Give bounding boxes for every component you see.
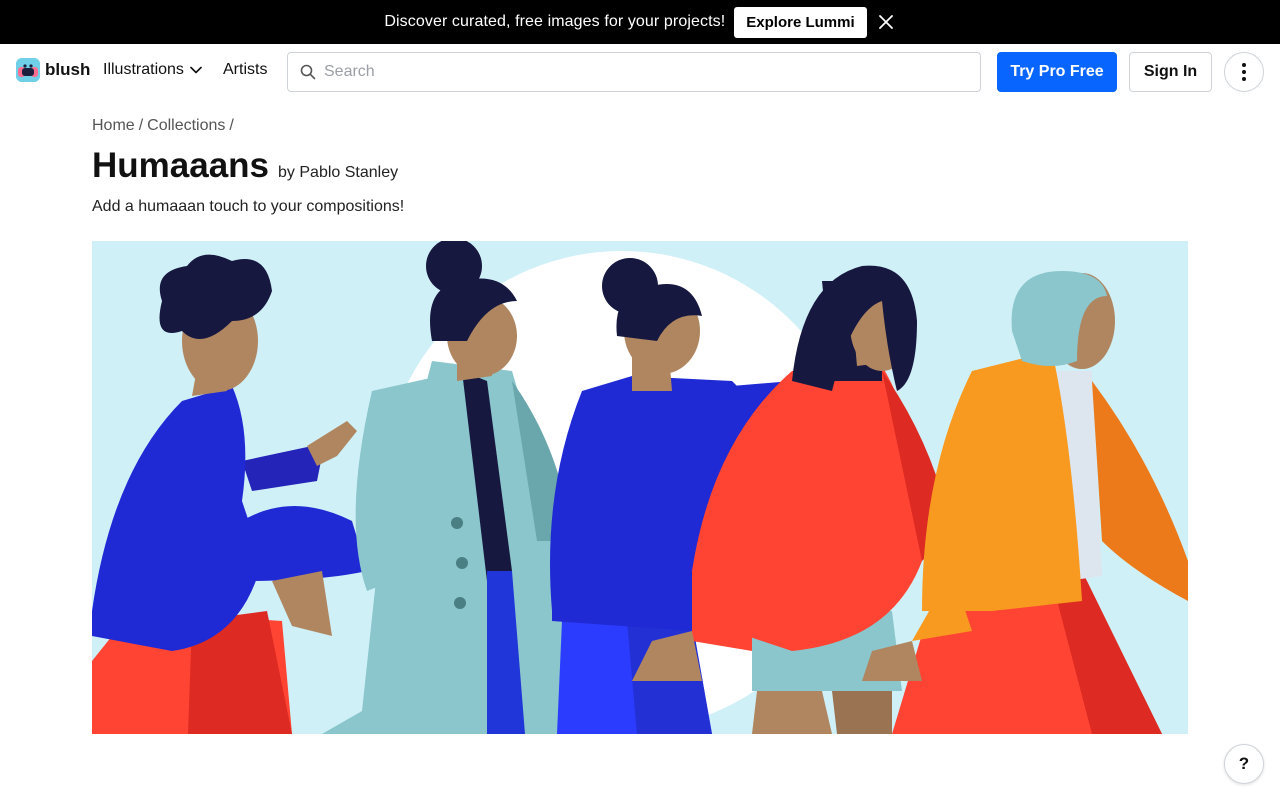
promo-text: Discover curated, free images for your p… bbox=[384, 13, 726, 30]
logo[interactable]: blush bbox=[16, 58, 90, 82]
explore-lummi-button[interactable]: Explore Lummi bbox=[734, 6, 867, 38]
logo-text: blush bbox=[45, 60, 91, 79]
nav-artists[interactable]: Artists bbox=[223, 61, 267, 79]
close-icon[interactable] bbox=[876, 12, 896, 32]
breadcrumb-collections[interactable]: Collections bbox=[147, 117, 225, 135]
collection-header: Humaaans by Pablo Stanley bbox=[92, 146, 398, 186]
search-input[interactable] bbox=[324, 63, 964, 81]
more-menu-button[interactable] bbox=[1224, 52, 1264, 92]
collection-hero-illustration bbox=[92, 241, 1188, 734]
search-bar[interactable] bbox=[287, 52, 981, 92]
nav-illustrations[interactable]: Illustrations bbox=[103, 61, 202, 79]
breadcrumb: Home / Collections / bbox=[92, 117, 238, 135]
author-byline[interactable]: by Pablo Stanley bbox=[278, 164, 398, 182]
search-icon bbox=[300, 64, 316, 80]
breadcrumb-home[interactable]: Home bbox=[92, 117, 135, 135]
site-header: blush Illustrations Artists Try Pro Free… bbox=[0, 44, 1280, 100]
more-vertical-icon bbox=[1242, 63, 1246, 81]
try-pro-free-button[interactable]: Try Pro Free bbox=[997, 52, 1117, 92]
blush-logo-icon bbox=[16, 58, 40, 82]
page-title: Humaaans bbox=[92, 146, 270, 185]
help-button[interactable]: ? bbox=[1224, 744, 1264, 784]
promo-banner: Discover curated, free images for your p… bbox=[0, 0, 1280, 44]
breadcrumb-separator: / bbox=[138, 117, 144, 134]
breadcrumb-separator: / bbox=[229, 117, 234, 134]
sign-in-button[interactable]: Sign In bbox=[1129, 52, 1212, 92]
collection-description: Add a humaaan touch to your compositions… bbox=[92, 198, 405, 215]
people-illustration bbox=[92, 241, 1188, 734]
nav-illustrations-label: Illustrations bbox=[103, 61, 184, 78]
chevron-down-icon bbox=[190, 66, 202, 74]
